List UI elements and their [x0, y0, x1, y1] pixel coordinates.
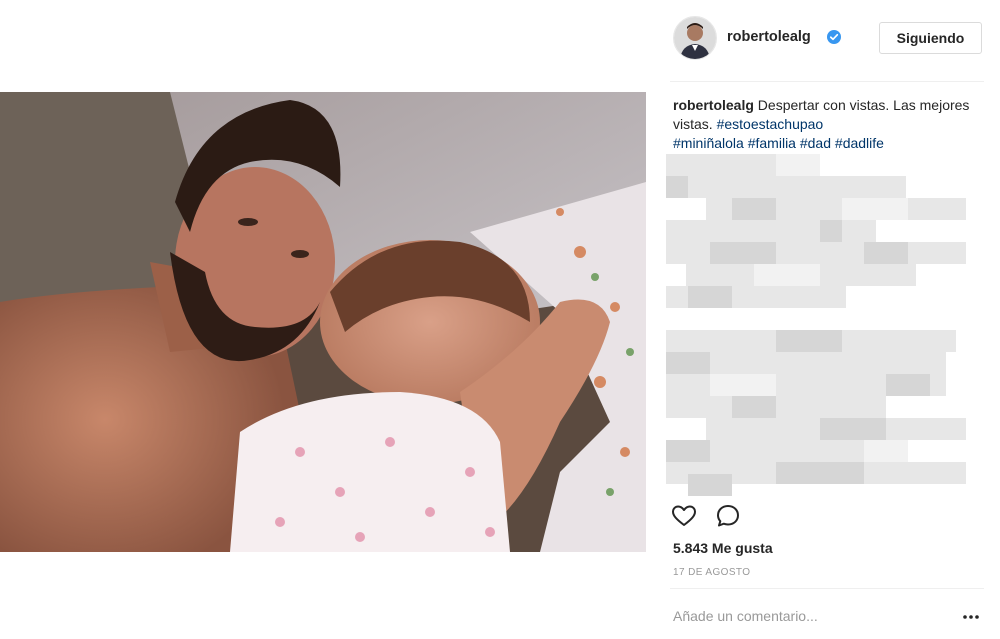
more-options-icon[interactable] [962, 610, 980, 622]
hashtag-link[interactable]: #estoestachupao [717, 116, 824, 132]
post-photo-illustration [0, 92, 646, 552]
hashtag-link[interactable]: #familia [748, 135, 796, 151]
like-count[interactable]: 5.843 Me gusta [673, 540, 773, 556]
post-caption: robertolealg Despertar con vistas. Las m… [673, 96, 973, 153]
hashtag-link[interactable]: #miniñalola [673, 135, 744, 151]
heart-icon[interactable] [670, 502, 698, 530]
blurred-comments-area [666, 154, 976, 499]
post-actions [670, 502, 984, 530]
divider [670, 588, 984, 589]
verified-badge-icon [827, 30, 841, 44]
following-button[interactable]: Siguiendo [879, 22, 982, 54]
post-photo[interactable] [0, 92, 646, 552]
username[interactable]: robertolealg [727, 29, 811, 45]
hashtag-link[interactable]: #dad [800, 135, 831, 151]
post-header: robertolealg Siguiendo [670, 14, 984, 64]
add-comment-field[interactable]: Añade un comentario... [673, 608, 943, 624]
caption-username[interactable]: robertolealg [673, 97, 754, 113]
instagram-post-page: robertolealg Siguiendo robertolealg Desp… [0, 0, 1000, 639]
comment-bubble-icon[interactable] [714, 502, 742, 530]
avatar[interactable] [673, 16, 717, 60]
hashtag-link[interactable]: #dadlife [835, 135, 884, 151]
divider [670, 81, 984, 82]
post-side-panel: robertolealg Siguiendo robertolealg Desp… [666, 0, 984, 639]
post-date[interactable]: 17 DE AGOSTO [673, 567, 750, 578]
